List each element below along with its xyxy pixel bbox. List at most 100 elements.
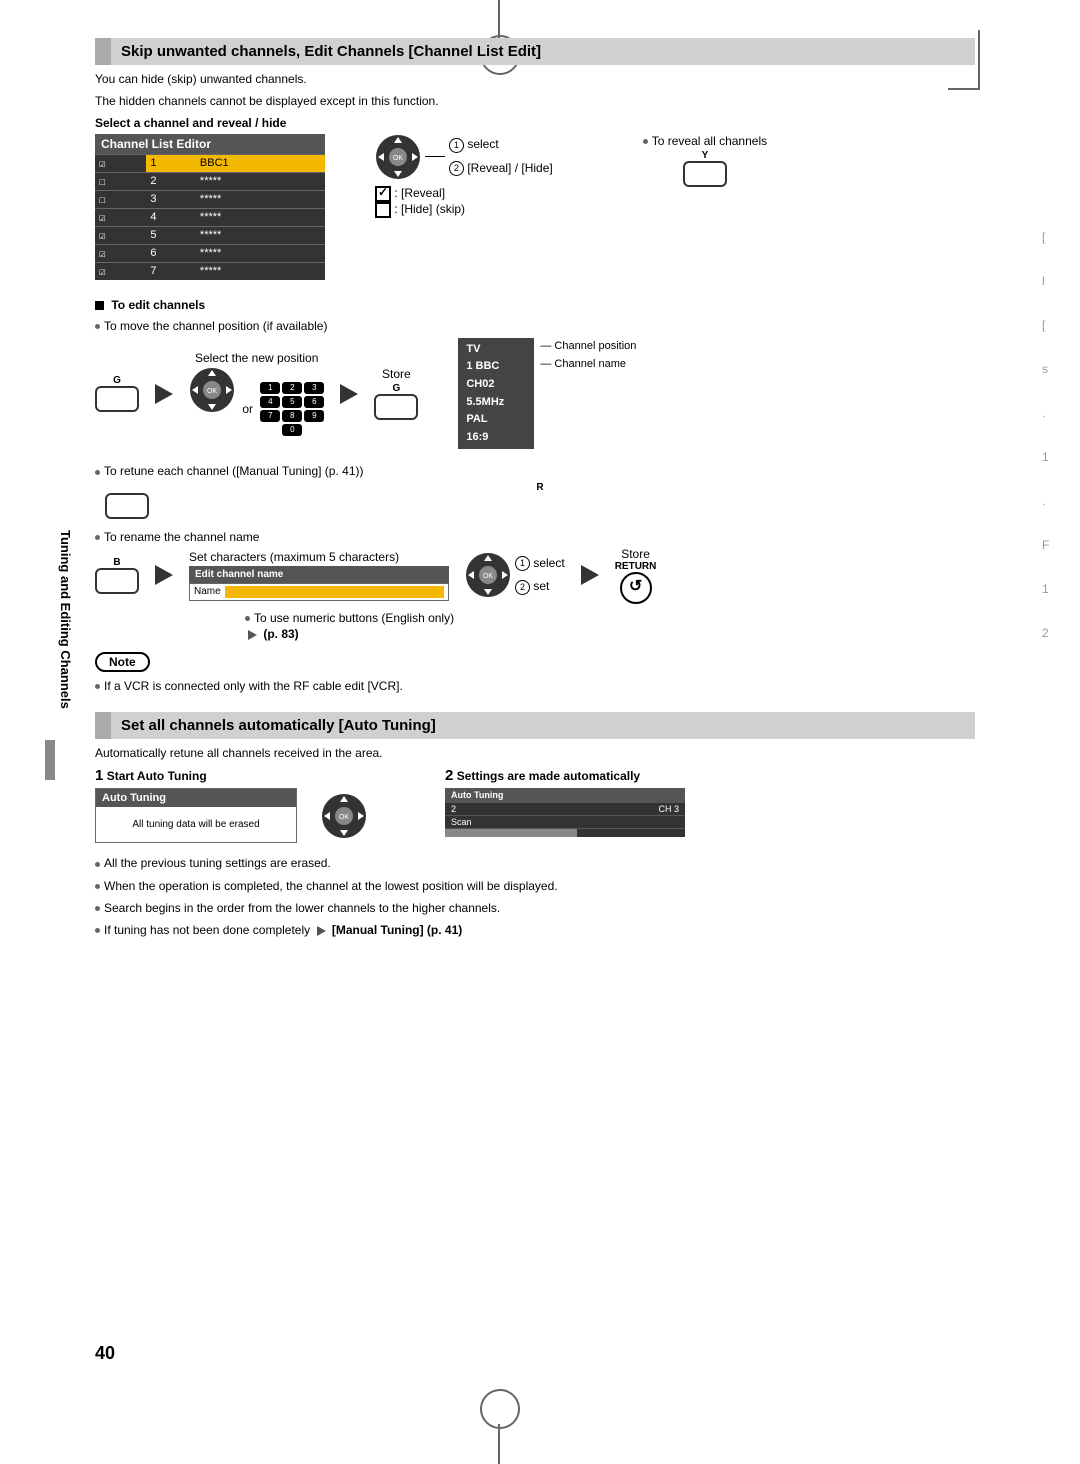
intro-text-1: You can hide (skip) unwanted channels. xyxy=(95,71,975,87)
note-text: If a VCR is connected only with the RF c… xyxy=(104,679,403,693)
side-section-label: Tuning and Editing Channels xyxy=(58,530,73,709)
auto-bullet-4a: If tuning has not been done completely xyxy=(104,923,310,937)
return-button-icon: ↺ xyxy=(620,572,652,604)
auto-bullet-2: When the operation is completed, the cha… xyxy=(104,879,558,893)
arrow-right-icon xyxy=(155,384,173,404)
auto-tuning-progress-header: Auto Tuning xyxy=(445,788,685,802)
to-edit-channels-heading: To edit channels xyxy=(111,298,205,312)
legend-hide: : [Hide] (skip) xyxy=(394,202,465,216)
progress-ch-label: CH 3 xyxy=(658,804,679,814)
label-select-2: select xyxy=(533,556,564,570)
arrow-right-icon xyxy=(581,565,599,585)
red-button-icon xyxy=(105,493,149,519)
label-reveal-hide: [Reveal] / [Hide] xyxy=(467,161,552,175)
store-label-2: Store xyxy=(615,547,657,561)
reveal-all-text: To reveal all channels xyxy=(652,134,767,148)
info-pal: PAL xyxy=(466,411,526,429)
label-set: set xyxy=(533,579,549,593)
auto-tuning-dialog-body: All tuning data will be erased xyxy=(96,807,296,842)
info-aspect: 16:9 xyxy=(466,429,526,447)
numeric-ref: (p. 83) xyxy=(263,627,298,641)
table-row: ☑4***** xyxy=(95,208,325,226)
table-row: ☑6***** xyxy=(95,244,325,262)
side-tab xyxy=(45,740,55,780)
numeric-keypad-icon: 123 456 789 0 xyxy=(260,382,324,436)
ok-dpad-icon: OK xyxy=(321,793,367,839)
store-label: Store xyxy=(374,367,418,381)
channel-list-editor-table: Channel List Editor ☑1BBC1 ☐2***** ☐3***… xyxy=(95,134,325,280)
ok-dpad-icon: OK xyxy=(189,367,235,413)
return-label: RETURN xyxy=(615,561,657,572)
edit-name-field-label: Name xyxy=(194,586,221,597)
step-2-icon: 2 xyxy=(449,161,464,176)
step1-number: 1 xyxy=(95,767,103,784)
set-characters-label: Set characters (maximum 5 characters) xyxy=(189,550,449,564)
label-select: select xyxy=(467,137,498,151)
auto-bullet-4b: [Manual Tuning] (p. 41) xyxy=(332,923,462,937)
or-label: or xyxy=(242,402,253,416)
info-ch02: CH02 xyxy=(466,376,526,394)
intro-text-2: The hidden channels cannot be displayed … xyxy=(95,93,975,109)
checkbox-empty-icon xyxy=(375,202,391,218)
ok-dpad-icon: OK xyxy=(465,552,511,598)
blue-button-icon xyxy=(95,568,139,594)
yellow-button-icon xyxy=(683,161,727,187)
y-button-label: Y xyxy=(643,150,767,161)
step2-title: Settings are made automatically xyxy=(457,769,640,783)
channel-position-label: Channel position xyxy=(554,340,636,352)
step2-number: 2 xyxy=(445,767,453,784)
arrow-right-small-icon xyxy=(317,926,326,936)
svg-text:OK: OK xyxy=(483,573,493,580)
channel-name-label: Channel name xyxy=(554,358,626,370)
move-channel-text: To move the channel position (if availab… xyxy=(104,319,327,333)
table-row: ☑1BBC1 xyxy=(95,154,325,172)
auto-tuning-progress-box: Auto Tuning 2 CH 3 Scan xyxy=(445,788,685,837)
progress-bar xyxy=(445,828,685,837)
green-button-icon xyxy=(374,394,418,420)
step-select-reveal-hide: Select a channel and reveal / hide xyxy=(95,115,975,131)
progress-scan-label: Scan xyxy=(451,817,472,827)
auto-tuning-dialog: Auto Tuning All tuning data will be eras… xyxy=(95,788,297,843)
step1-title: Start Auto Tuning xyxy=(107,769,207,783)
section-auto-tuning-header: Set all channels automatically [Auto Tun… xyxy=(95,712,975,739)
table-row: ☐3***** xyxy=(95,190,325,208)
rename-text: To rename the channel name xyxy=(104,530,259,544)
square-bullet-icon xyxy=(95,301,104,310)
svg-text:OK: OK xyxy=(393,155,403,162)
table-row: ☑7***** xyxy=(95,262,325,280)
svg-text:OK: OK xyxy=(207,388,217,395)
next-page-peek: [l[s.1.F12 xyxy=(1042,200,1060,670)
auto-tuning-dialog-header: Auto Tuning xyxy=(96,789,296,807)
auto-tuning-intro: Automatically retune all channels receiv… xyxy=(95,745,975,761)
progress-ch-num: 2 xyxy=(451,804,456,814)
table-row: ☐2***** xyxy=(95,172,325,190)
svg-text:OK: OK xyxy=(339,814,349,821)
section-skip-channels-header: Skip unwanted channels, Edit Channels [C… xyxy=(95,38,975,65)
legend-reveal: : [Reveal] xyxy=(394,186,445,200)
step-2-icon: 2 xyxy=(515,580,530,595)
channel-info-box: TV 1 BBC CH02 5.5MHz PAL 16:9 xyxy=(458,338,534,450)
auto-bullet-1: All the previous tuning settings are era… xyxy=(104,856,331,870)
select-new-position-label: Select the new position xyxy=(189,351,324,365)
edit-channel-name-box: Edit channel name Name xyxy=(189,566,449,601)
info-freq: 5.5MHz xyxy=(466,394,526,412)
edit-name-field xyxy=(225,586,444,598)
crop-mark-bottom xyxy=(480,1394,520,1464)
r-button-label: R xyxy=(105,482,975,493)
ok-dpad-icon: OK xyxy=(375,134,421,180)
info-ch-name: 1 BBC xyxy=(466,358,526,376)
auto-bullet-3: Search begins in the order from the lowe… xyxy=(104,901,500,915)
page-number: 40 xyxy=(95,1343,115,1364)
edit-name-header: Edit channel name xyxy=(189,566,449,583)
step-1-icon: 1 xyxy=(515,556,530,571)
arrow-right-icon xyxy=(340,384,358,404)
green-button-icon xyxy=(95,386,139,412)
channel-list-header: Channel List Editor xyxy=(95,134,325,155)
arrow-right-small-icon xyxy=(248,630,257,640)
step-1-icon: 1 xyxy=(449,138,464,153)
g-button-label-2: G xyxy=(374,383,418,394)
note-pill: Note xyxy=(95,652,150,672)
arrow-right-icon xyxy=(155,565,173,585)
retune-text: To retune each channel ([Manual Tuning] … xyxy=(104,464,364,478)
info-tv: TV xyxy=(466,341,526,359)
